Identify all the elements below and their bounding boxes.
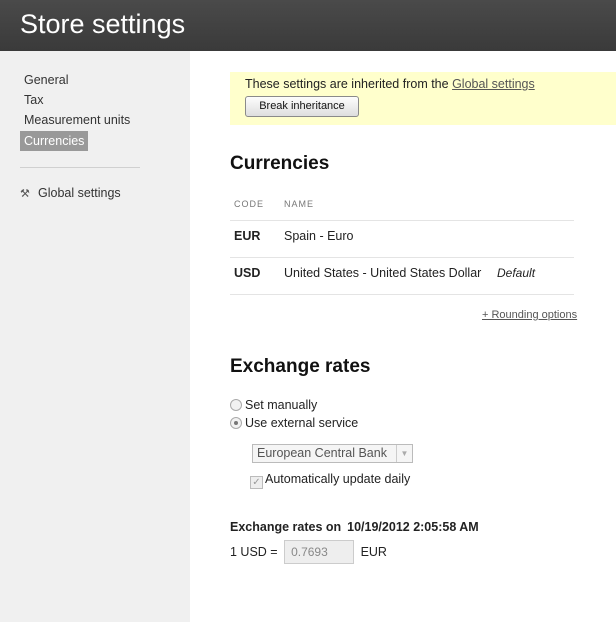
currency-code: USD	[234, 266, 261, 280]
rate-prefix: 1 USD =	[230, 545, 278, 559]
currencies-heading: Currencies	[230, 153, 330, 174]
rate-suffix: EUR	[360, 545, 387, 559]
sidebar-divider	[20, 167, 140, 168]
option-set-manually[interactable]: Set manually	[230, 397, 317, 413]
external-service-radio[interactable]	[230, 417, 242, 429]
external-service-label: Use external service	[245, 416, 359, 430]
rates-date: 10/19/2012 2:05:58 AM	[347, 520, 479, 534]
global-settings-link[interactable]: Global settings	[452, 77, 535, 91]
column-header-code: CODE	[234, 199, 265, 209]
service-select-value: European Central Bank	[257, 446, 387, 460]
set-manually-label: Set manually	[245, 398, 318, 412]
chevron-down-icon[interactable]: ▼	[396, 445, 412, 462]
option-use-external-service[interactable]: Use external service	[230, 415, 358, 431]
auto-update-checkbox[interactable]: ✓	[250, 476, 263, 489]
tools-icon: ⚒	[20, 188, 30, 200]
page-title: Store settings	[20, 9, 186, 39]
notice-text: These settings are inherited from the	[245, 77, 453, 91]
inheritance-notice: These settings are inherited from the Gl…	[230, 72, 616, 125]
auto-update-option[interactable]: ✓ Automatically update daily	[250, 471, 411, 489]
currency-name: Spain - Euro	[284, 229, 354, 243]
table-row: USD United States - United States Dollar…	[230, 258, 574, 295]
currency-name: United States - United States Dollar	[284, 266, 482, 280]
set-manually-radio[interactable]	[230, 399, 242, 411]
default-badge: Default	[497, 266, 536, 280]
break-inheritance-button[interactable]: Break inheritance	[245, 96, 359, 117]
sidebar-item-general[interactable]: General	[20, 70, 72, 90]
auto-update-label: Automatically update daily	[265, 472, 411, 486]
sidebar-item-currencies[interactable]: Currencies	[20, 131, 89, 151]
main-content: These settings are inherited from the Gl…	[190, 51, 616, 622]
column-header-name: NAME	[284, 199, 315, 209]
service-select[interactable]: European Central Bank ▼	[252, 444, 413, 463]
rates-date-line: Exchange rates on 10/19/2012 2:05:58 AM	[230, 520, 479, 534]
rounding-options-link[interactable]: + Rounding options	[482, 309, 577, 321]
exchange-rates-heading: Exchange rates	[230, 356, 371, 377]
sidebar: General Tax Measurement units Currencies…	[0, 51, 190, 622]
table-row: EUR Spain - Euro	[230, 221, 574, 258]
currency-code: EUR	[234, 229, 261, 243]
sidebar-item-tax[interactable]: Tax	[20, 90, 47, 110]
sidebar-item-global-settings[interactable]: ⚒ Global settings	[20, 183, 121, 203]
page-header: Store settings	[0, 0, 616, 51]
sidebar-global-label: Global settings	[38, 186, 121, 200]
rate-value-field[interactable]: 0.7693	[284, 540, 355, 564]
rate-row: 1 USD = 0.7693 EUR	[230, 540, 387, 564]
currencies-table: CODE NAME EUR Spain - Euro USD United St…	[230, 190, 574, 295]
rates-label: Exchange rates on	[230, 520, 342, 534]
table-header: CODE NAME	[230, 190, 574, 221]
sidebar-item-measurement-units[interactable]: Measurement units	[20, 110, 134, 130]
